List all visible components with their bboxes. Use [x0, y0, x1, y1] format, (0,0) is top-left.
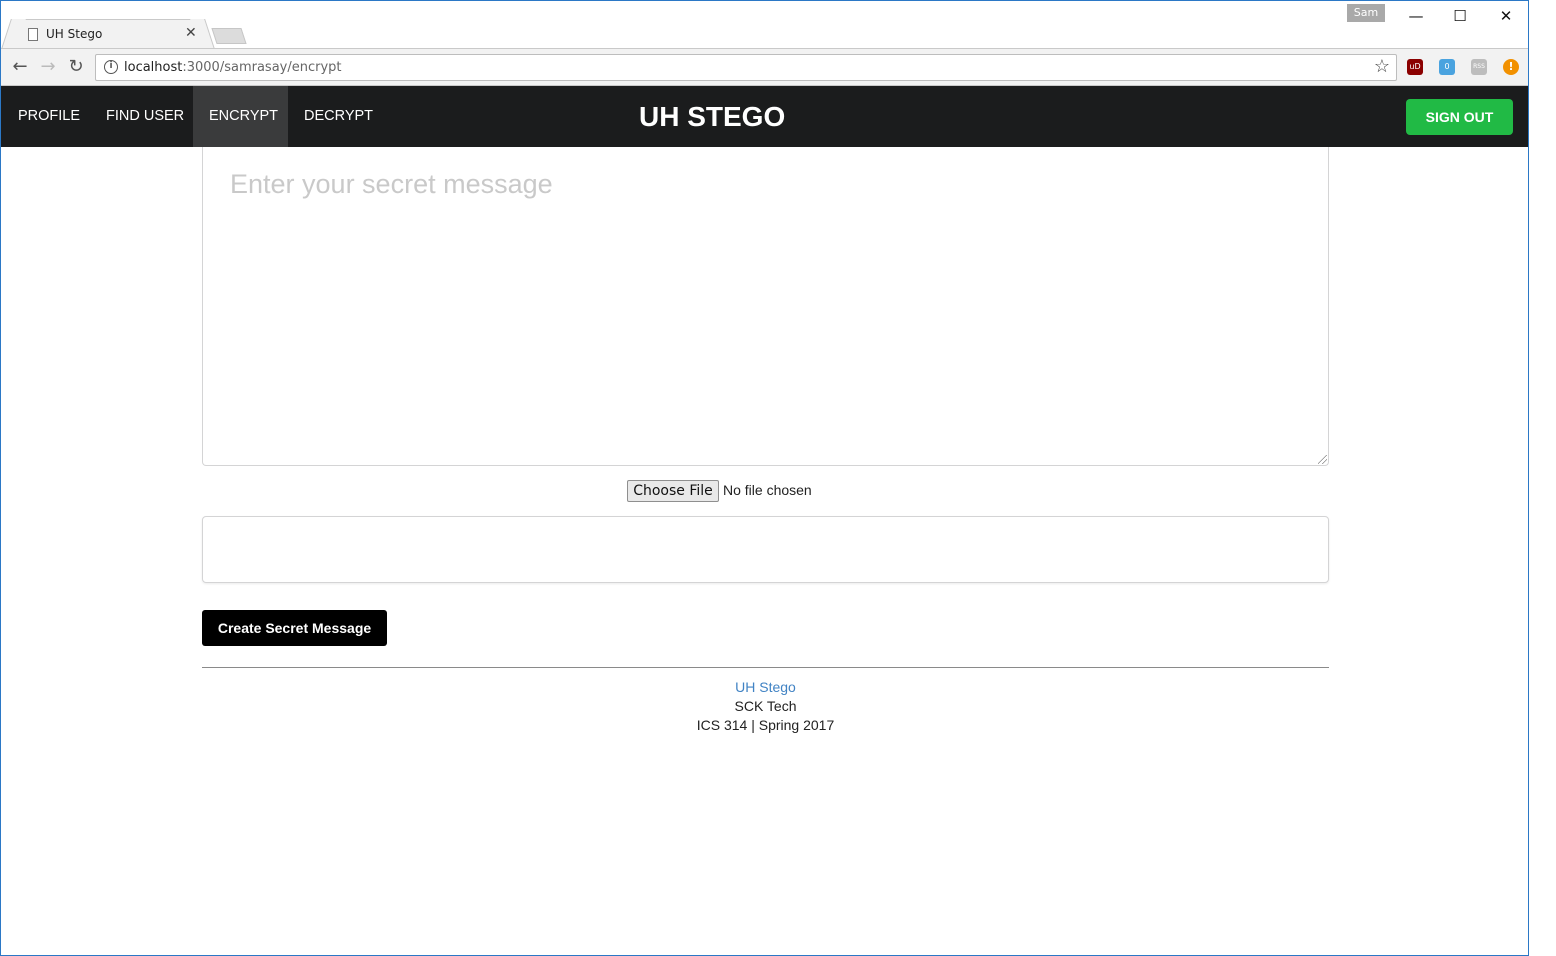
rss-icon[interactable]: RSS — [1471, 59, 1487, 75]
footer: UH Stego SCK Tech ICS 314 | Spring 2017 — [202, 678, 1329, 735]
profile-badge[interactable]: Sam — [1347, 4, 1385, 22]
url-path: :3000/samrasay/encrypt — [182, 60, 342, 75]
maximize-icon[interactable]: ☐ — [1437, 5, 1483, 27]
new-tab-button[interactable] — [211, 28, 247, 44]
footer-course: ICS 314 | Spring 2017 — [696, 717, 835, 733]
nav-item-find-user[interactable]: FIND USER — [90, 86, 200, 147]
reload-icon[interactable]: ↻ — [65, 56, 87, 78]
nav-item-encrypt[interactable]: ENCRYPT — [193, 86, 288, 147]
secret-message-placeholder: Enter your secret message — [230, 169, 553, 199]
app-brand[interactable]: UH STEGO — [639, 86, 785, 147]
app-navbar: PROFILE FIND USER ENCRYPT DECRYPT UH STE… — [1, 86, 1528, 147]
footer-company: SCK Tech — [734, 698, 797, 714]
browser-window: UH Stego ✕ Sam — ☐ ✕ ← → ↻ i localhost:3… — [0, 0, 1529, 956]
tab-title: UH Stego — [46, 27, 103, 41]
url-host: localhost — [124, 60, 183, 75]
output-field[interactable] — [202, 516, 1329, 583]
minimize-icon[interactable]: — — [1393, 5, 1439, 27]
back-arrow-icon[interactable]: ← — [9, 56, 31, 78]
alert-extension-icon[interactable]: ! — [1503, 59, 1519, 75]
nav-item-decrypt[interactable]: DECRYPT — [288, 86, 389, 147]
page-icon — [28, 28, 38, 41]
address-bar[interactable]: i localhost:3000/samrasay/encrypt ☆ — [95, 54, 1397, 81]
forward-arrow-icon[interactable]: → — [37, 56, 59, 78]
choose-file-button[interactable]: Choose File — [627, 480, 719, 502]
sign-out-button[interactable]: SIGN OUT — [1406, 99, 1513, 135]
tab-close-icon[interactable]: ✕ — [185, 25, 197, 41]
footer-link[interactable]: UH Stego — [202, 678, 1329, 697]
browser-toolbar: ← → ↻ i localhost:3000/samrasay/encrypt … — [1, 48, 1528, 86]
file-status: No file chosen — [723, 482, 812, 498]
close-icon[interactable]: ✕ — [1483, 5, 1529, 27]
create-secret-message-button[interactable]: Create Secret Message — [202, 610, 387, 646]
bookmark-star-icon[interactable]: ☆ — [1374, 56, 1390, 77]
ghostery-icon[interactable]: 0 — [1439, 59, 1455, 75]
info-icon[interactable]: i — [104, 60, 118, 74]
url-text: localhost:3000/samrasay/encrypt — [124, 60, 342, 75]
tab-strip: UH Stego ✕ Sam — ☐ ✕ — [1, 1, 1529, 49]
ublock-icon[interactable]: uD — [1407, 59, 1423, 75]
nav-item-profile[interactable]: PROFILE — [2, 86, 96, 147]
resize-grip-icon[interactable] — [1318, 455, 1327, 464]
secret-message-textarea[interactable]: Enter your secret message — [202, 147, 1329, 466]
browser-tab[interactable]: UH Stego ✕ — [15, 19, 201, 49]
footer-divider — [202, 667, 1329, 668]
